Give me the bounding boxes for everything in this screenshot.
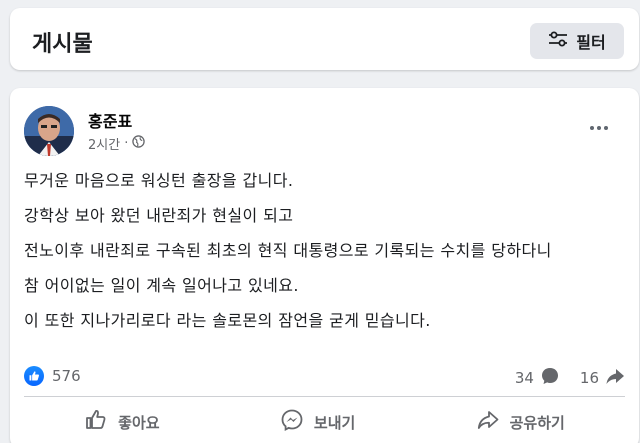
like-button-label: 좋아요 (118, 413, 160, 432)
meta-separator: · (124, 136, 129, 151)
post-line: 이 또한 지나가리로다 라는 솔로몬의 잠언을 굳게 믿습니다. (24, 311, 431, 330)
like-button[interactable]: 좋아요 (70, 402, 173, 442)
post-text: 무거운 마음으로 워싱턴 출장을 갑니다. 강학상 보아 왔던 내란죄가 현실이… (24, 168, 624, 343)
post-line: 참 어이없는 일이 계속 일어나고 있네요. (24, 276, 299, 295)
avatar[interactable] (24, 106, 74, 156)
post-actions: 좋아요 보내기 공유하기 (24, 402, 625, 442)
more-options-button[interactable] (584, 118, 614, 138)
comment-icon (540, 366, 560, 390)
post-line: 강학상 보아 왔던 내란죄가 현실이 되고 (24, 206, 294, 225)
post-card: 홍준표 2시간 · 무거운 마음으로 워싱턴 출장을 갑니다. 강학상 보아 왔… (10, 88, 639, 443)
share-arrow-icon (605, 366, 625, 390)
messenger-icon (280, 408, 304, 436)
posts-header-card: 게시물 필터 (10, 8, 639, 70)
like-count: 576 (52, 367, 81, 385)
post-meta: 2시간 · (88, 134, 146, 153)
engagement-counts: 34 16 (515, 366, 625, 390)
filter-button[interactable]: 필터 (530, 23, 624, 59)
share-button-label: 공유하기 (509, 413, 565, 432)
send-button[interactable]: 보내기 (266, 402, 369, 442)
page-title: 게시물 (32, 32, 93, 57)
share-button[interactable]: 공유하기 (462, 402, 579, 442)
reaction-summary[interactable]: 576 (24, 366, 81, 386)
post-line: 전노이후 내란죄로 구속된 최초의 현직 대통령으로 기록되는 수치를 당하다니 (24, 241, 552, 260)
author-name[interactable]: 홍준표 (88, 108, 132, 132)
thumbs-up-icon (84, 408, 108, 436)
send-button-label: 보내기 (313, 413, 356, 432)
globe-icon (132, 135, 146, 152)
action-divider (24, 396, 625, 397)
share-count[interactable]: 16 (580, 369, 599, 387)
post-line: 무거운 마음으로 워싱턴 출장을 갑니다. (24, 171, 294, 190)
sliders-icon (548, 31, 568, 51)
more-horizontal-icon (590, 126, 594, 130)
filter-label: 필터 (576, 33, 606, 52)
comment-count[interactable]: 34 (515, 369, 534, 387)
post-time[interactable]: 2시간 (88, 134, 120, 153)
share-icon (476, 408, 500, 436)
like-reaction-icon (24, 366, 44, 386)
